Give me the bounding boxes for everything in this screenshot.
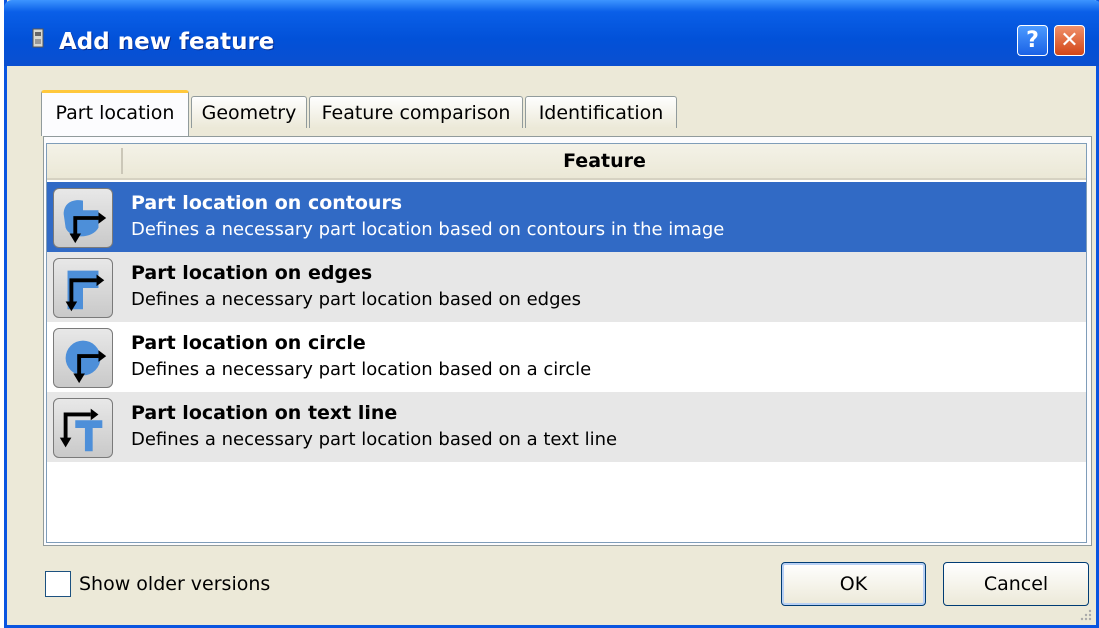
tab-geometry[interactable]: Geometry <box>191 96 307 128</box>
circle-location-icon <box>53 328 113 388</box>
feature-list[interactable]: Feature Part location on contours Define… <box>46 143 1087 543</box>
tab-feature-comparison[interactable]: Feature comparison <box>309 96 523 128</box>
contour-location-icon <box>53 188 113 248</box>
title-bar[interactable]: Add new feature ? ✕ <box>4 0 1099 66</box>
cancel-button[interactable]: Cancel <box>943 562 1089 606</box>
tab-panel: Feature Part location on contours Define… <box>43 136 1092 546</box>
item-title: Part location on text line <box>131 402 398 424</box>
list-header: Feature <box>47 144 1086 180</box>
show-older-versions-label[interactable]: Show older versions <box>79 573 270 595</box>
close-button[interactable]: ✕ <box>1054 25 1085 56</box>
tab-identification[interactable]: Identification <box>525 96 677 128</box>
item-description: Defines a necessary part location based … <box>131 289 581 310</box>
item-title: Part location on edges <box>131 262 373 284</box>
edge-location-icon <box>53 258 113 318</box>
text-line-location-icon <box>53 398 113 458</box>
window-title: Add new feature <box>59 29 275 55</box>
app-icon <box>32 28 44 48</box>
item-description: Defines a necessary part location based … <box>131 219 725 240</box>
header-feature-label: Feature <box>563 150 646 172</box>
dialog-window: Add new feature ? ✕ Part location Geomet… <box>4 0 1099 628</box>
help-button[interactable]: ? <box>1017 25 1048 56</box>
list-item[interactable]: Part location on contours Defines a nece… <box>47 182 1086 252</box>
list-item[interactable]: Part location on text line Defines a nec… <box>47 392 1086 462</box>
list-item[interactable]: Part location on edges Defines a necessa… <box>47 252 1086 322</box>
show-older-versions-checkbox[interactable] <box>45 571 71 597</box>
item-title: Part location on circle <box>131 332 366 354</box>
tab-part-location[interactable]: Part location <box>41 90 189 136</box>
item-description: Defines a necessary part location based … <box>131 429 618 450</box>
list-item[interactable]: Part location on circle Defines a necess… <box>47 322 1086 392</box>
resize-grip-icon[interactable] <box>1078 607 1092 621</box>
item-description: Defines a necessary part location based … <box>131 359 592 380</box>
ok-button[interactable]: OK <box>781 562 926 606</box>
item-title: Part location on contours <box>131 192 403 214</box>
